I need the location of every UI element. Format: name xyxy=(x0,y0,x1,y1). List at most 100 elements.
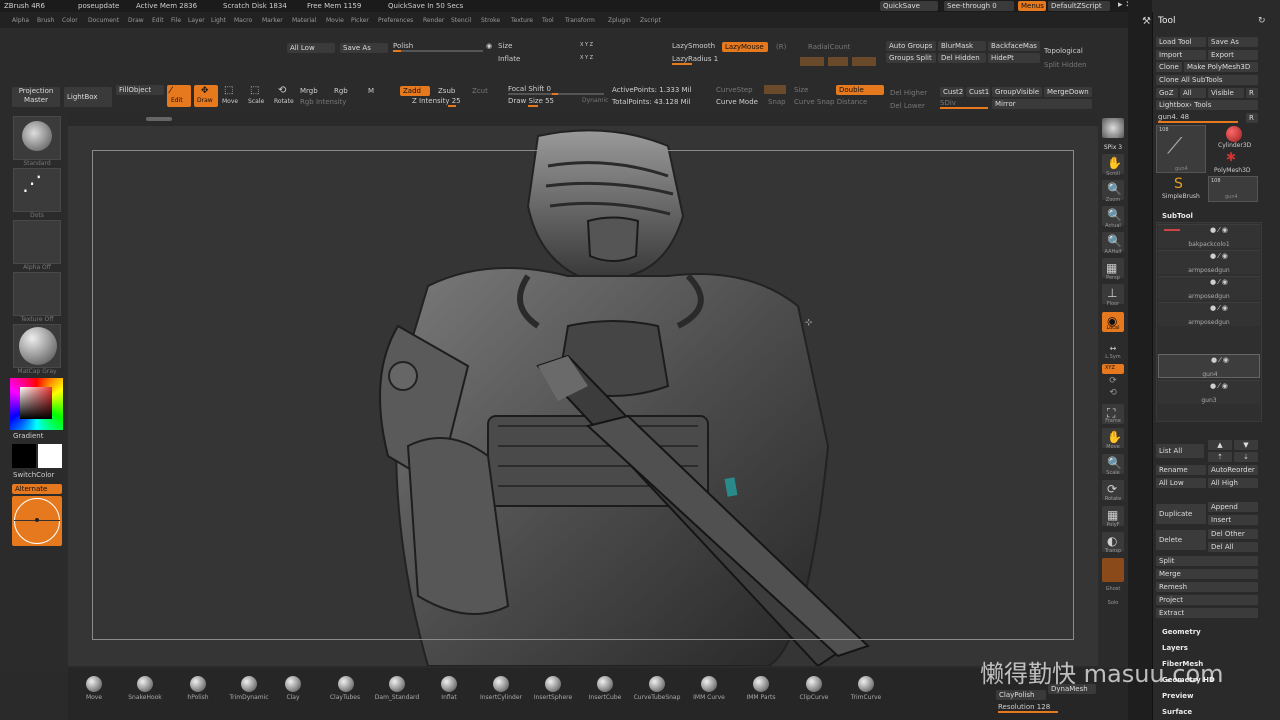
menu-alpha[interactable]: Alpha xyxy=(12,17,29,24)
menu-light[interactable]: Light xyxy=(211,17,226,24)
subtool-row-4[interactable]: ● ⁄ ◉ armposedgun xyxy=(1158,302,1260,326)
export-button[interactable]: Export xyxy=(1208,50,1258,60)
rgb-toggle[interactable]: Rgb xyxy=(334,87,348,95)
quicksave-button[interactable]: QuickSave xyxy=(880,1,938,11)
texture-thumbnail[interactable] xyxy=(13,272,61,316)
del-higher-button[interactable]: Del Higher xyxy=(890,89,927,97)
import-button[interactable]: Import xyxy=(1156,50,1206,60)
del-hidden-button[interactable]: Del Hidden xyxy=(938,53,986,63)
inflat-brush[interactable]: Inflat xyxy=(419,694,479,701)
size-dot-icon[interactable]: ◉ xyxy=(486,42,492,50)
simplebrush-label[interactable]: SimpleBrush xyxy=(1162,193,1200,200)
blur-mask-button[interactable]: BlurMask xyxy=(938,41,986,51)
goz-button[interactable]: GoZ xyxy=(1156,88,1178,98)
radial-count[interactable]: RadialCount xyxy=(808,43,850,51)
menu-picker[interactable]: Picker xyxy=(351,17,369,24)
polish-slider[interactable] xyxy=(393,50,483,52)
switch-color-button[interactable]: SwitchColor xyxy=(13,471,54,479)
menu-movie[interactable]: Movie xyxy=(326,17,344,24)
ghost-button[interactable] xyxy=(1102,558,1124,582)
hpolish-brush-icon[interactable] xyxy=(190,676,206,692)
subtool-3-toggles-icon[interactable]: ● ⁄ ◉ xyxy=(1210,278,1228,286)
list-all-button[interactable]: List All xyxy=(1156,444,1204,458)
claytubes-brush[interactable]: ClayTubes xyxy=(315,694,375,701)
current-tool-slider[interactable]: gun4. 48 xyxy=(1158,113,1189,121)
subtool-all-low-button[interactable]: All Low xyxy=(1156,478,1206,488)
zadd-toggle[interactable]: Zadd xyxy=(400,86,430,96)
dam-standard-brush[interactable]: Dam_Standard xyxy=(367,694,427,701)
snakehook-brush-icon[interactable] xyxy=(137,676,153,692)
del-other-button[interactable]: Del Other xyxy=(1208,529,1258,539)
claytubes-brush-icon[interactable] xyxy=(338,676,354,692)
menu-color[interactable]: Color xyxy=(62,17,78,24)
brush-draw-size-indicator[interactable] xyxy=(12,496,62,546)
clay-brush-icon[interactable] xyxy=(285,676,301,692)
visible-button[interactable]: Visible xyxy=(1208,88,1244,98)
clay-brush[interactable]: Clay xyxy=(263,694,323,701)
radial-x-button[interactable] xyxy=(800,57,824,66)
draw-mode-button[interactable]: ✥ Draw xyxy=(194,85,218,107)
rotate-y-icon[interactable]: ⟳ xyxy=(1098,376,1128,386)
all-button[interactable]: All xyxy=(1180,88,1206,98)
projection-master-button[interactable]: Projection Master xyxy=(12,87,60,107)
snakehook-brush[interactable]: SnakeHook xyxy=(115,694,175,701)
layers-section[interactable]: Layers xyxy=(1162,644,1188,652)
radial-z-button[interactable] xyxy=(852,57,876,66)
menu-marker[interactable]: Marker xyxy=(262,17,283,24)
dam-standard-brush-icon[interactable] xyxy=(389,676,405,692)
default-zscript-button[interactable]: DefaultZScript xyxy=(1048,1,1110,11)
subtool-6-toggles-icon[interactable]: ● ⁄ ◉ xyxy=(1210,382,1228,390)
subtool-all-high-button[interactable]: All High xyxy=(1208,478,1258,488)
dynamic-toggle[interactable]: Dynamic xyxy=(582,97,608,104)
remesh-menu[interactable]: Remesh xyxy=(1156,582,1258,592)
z-intensity-slider[interactable]: Z Intensity 25 xyxy=(412,97,461,105)
curve-step[interactable]: CurveStep xyxy=(716,86,753,94)
menu-tool[interactable]: Tool xyxy=(542,17,554,24)
menu-edit[interactable]: Edit xyxy=(152,17,164,24)
duplicate-button[interactable]: Duplicate xyxy=(1156,504,1206,524)
insertcylinder-brush[interactable]: InsertCylinder xyxy=(471,694,531,701)
curve-snap-distance[interactable]: Curve Snap Distance xyxy=(794,98,867,106)
shelf-scrollbar[interactable] xyxy=(146,117,172,121)
menu-zplugin[interactable]: Zplugin xyxy=(608,17,631,24)
palette-refresh-icon[interactable]: ↻ xyxy=(1258,16,1266,26)
imm-parts-brush-icon[interactable] xyxy=(753,676,769,692)
claypolish-button[interactable]: ClayPolish xyxy=(996,690,1046,700)
menu-draw[interactable]: Draw xyxy=(128,17,144,24)
tray-divider[interactable] xyxy=(1128,0,1152,720)
insert-button[interactable]: Insert xyxy=(1208,515,1258,525)
subtool-move-up-icon[interactable]: ⇡ xyxy=(1208,452,1232,462)
backface-mask-button[interactable]: BackfaceMas xyxy=(988,41,1040,51)
goz-r-button[interactable]: R xyxy=(1246,88,1258,98)
subtool-down-arrow-icon[interactable]: ▼ xyxy=(1234,440,1258,450)
subtool-row-5-selected[interactable]: ● ⁄ ◉ gun4 xyxy=(1158,354,1260,378)
color-square[interactable] xyxy=(20,387,52,419)
menu-macro[interactable]: Macro xyxy=(234,17,252,24)
cylinder3d-label[interactable]: Cylinder3D xyxy=(1218,142,1251,149)
subtool-section-title[interactable]: SubTool xyxy=(1162,212,1193,220)
zcut-toggle[interactable]: Zcut xyxy=(472,87,488,95)
menu-preferences[interactable]: Preferences xyxy=(378,17,413,24)
m-toggle[interactable]: M xyxy=(368,87,374,95)
alternate-toggle[interactable]: Alternate xyxy=(12,484,62,494)
geometry-section[interactable]: Geometry xyxy=(1162,628,1201,636)
insertsphere-brush-icon[interactable] xyxy=(545,676,561,692)
lightbox-button[interactable]: LightBox xyxy=(64,87,112,107)
move-brush-icon[interactable] xyxy=(86,676,102,692)
del-all-button[interactable]: Del All xyxy=(1208,542,1258,552)
tool-palette-title[interactable]: Tool xyxy=(1158,16,1175,26)
draw-size-slider[interactable]: Draw Size 55 xyxy=(508,97,554,105)
menu-zscript[interactable]: Zscript xyxy=(640,17,661,24)
del-lower-button[interactable]: Del Lower xyxy=(890,102,925,110)
subtool-5-toggles-icon[interactable]: ● ⁄ ◉ xyxy=(1211,356,1229,364)
trimcurve-brush-icon[interactable] xyxy=(858,676,874,692)
insertsphere-brush[interactable]: InsertSphere xyxy=(523,694,583,701)
curve-size[interactable]: Size xyxy=(794,86,808,94)
material-thumbnail[interactable] xyxy=(13,324,61,368)
current-tool-r-button[interactable]: R xyxy=(1246,113,1258,123)
snap-toggle[interactable]: Snap xyxy=(768,98,786,106)
load-tool-button[interactable]: Load Tool xyxy=(1156,37,1206,47)
focal-shift-slider[interactable]: Focal Shift 0 xyxy=(508,85,551,93)
split-hidden-button[interactable]: Split Hidden xyxy=(1044,61,1087,69)
move-mode-button[interactable]: Move xyxy=(222,98,238,105)
